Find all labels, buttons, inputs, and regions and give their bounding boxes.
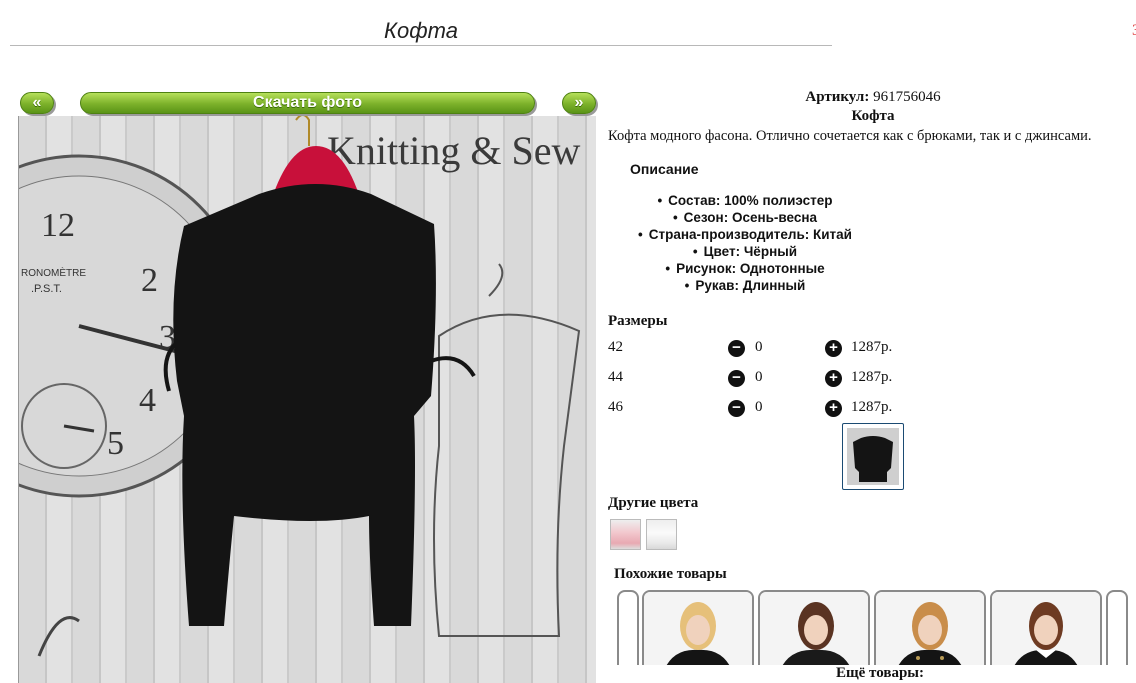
face — [686, 615, 710, 645]
size-value: 44 — [608, 369, 623, 385]
carousel-next-button[interactable] — [1106, 590, 1128, 670]
wall-hanger — [37, 616, 80, 657]
article-label: Артикул: — [805, 89, 870, 105]
clock-numeral: 2 — [141, 262, 158, 299]
specs-heading: Описание — [630, 161, 699, 177]
similar-product-card[interactable] — [758, 590, 870, 670]
spec-item: Сезон: Осень-весна — [600, 209, 890, 226]
plus-circle-icon[interactable]: + — [825, 340, 842, 357]
similar-product-image — [760, 592, 868, 670]
color-option-pink[interactable] — [610, 519, 641, 550]
product-description: Кофта модного фасона. Отлично сочетается… — [608, 128, 1092, 144]
product-photo-drawing: 12 2 3 4 5 RONOMÈTRE .P.S.T. Knitting & … — [19, 116, 581, 657]
face — [918, 615, 942, 645]
sizes-heading: Размеры — [608, 313, 668, 329]
size-value: 42 — [608, 339, 623, 355]
photo-thumbnail[interactable] — [842, 423, 904, 490]
edge-mark: 3 — [1132, 22, 1136, 39]
minus-circle-icon[interactable]: − — [728, 400, 745, 417]
similar-product-card[interactable] — [642, 590, 754, 670]
similar-product-image — [644, 592, 752, 670]
quantity-value: 0 — [755, 339, 763, 355]
similar-product-image — [876, 592, 984, 670]
thumbnail-image — [847, 428, 899, 485]
similar-heading: Похожие товары — [614, 566, 727, 582]
article-line: Артикул: 961756046 — [604, 89, 1136, 106]
black-sweater — [173, 184, 436, 626]
clock-sub-text: .P.S.T. — [31, 283, 62, 295]
face — [804, 615, 828, 645]
plus-circle-icon[interactable]: + — [825, 370, 842, 387]
similar-product-card[interactable] — [874, 590, 986, 670]
page-title: Кофта — [10, 18, 832, 46]
dress-form-sketch — [433, 313, 581, 637]
thumbnail-sweater — [853, 436, 893, 482]
spec-item: Цвет: Чёрный — [600, 243, 890, 260]
thumbnail-drawing — [853, 436, 893, 482]
hanger-wire — [295, 116, 310, 146]
face — [1034, 615, 1058, 645]
spec-item: Состав: 100% полиэстер — [600, 192, 890, 209]
minus-circle-icon[interactable]: − — [728, 340, 745, 357]
product-name: Кофта — [851, 108, 895, 124]
size-row: 44 − 0 + 1287р. — [608, 369, 908, 389]
article-value: 961756046 — [873, 89, 941, 105]
next-photo-button[interactable]: » — [562, 92, 596, 114]
size-price: 1287р. — [851, 399, 893, 415]
embellishment — [940, 656, 944, 660]
clock-brand-text: RONOMÈTRE — [21, 266, 86, 279]
download-photo-button[interactable]: Скачать фото — [80, 92, 535, 114]
spec-item: Рисунок: Однотонные — [600, 260, 890, 277]
size-price: 1287р. — [851, 369, 893, 385]
sleeve-tie-right — [430, 356, 476, 378]
specs-list: Состав: 100% полиэстер Сезон: Осень-весн… — [600, 192, 890, 294]
other-colors-heading: Другие цвета — [608, 495, 699, 511]
product-photo: 12 2 3 4 5 RONOMÈTRE .P.S.T. Knitting & … — [18, 116, 596, 683]
color-option-white[interactable] — [646, 519, 677, 550]
clock-numeral: 4 — [139, 382, 156, 419]
more-products-label: Ещё товары: — [604, 665, 1136, 682]
embellishment — [916, 656, 920, 660]
quantity-value: 0 — [755, 399, 763, 415]
spec-item: Страна-производитель: Китай — [600, 226, 890, 243]
size-value: 46 — [608, 399, 623, 415]
quantity-value: 0 — [755, 369, 763, 385]
spec-item: Рукав: Длинный — [600, 277, 890, 294]
carousel-prev-button[interactable] — [617, 590, 639, 670]
similar-product-card[interactable] — [990, 590, 1102, 670]
size-row: 42 − 0 + 1287р. — [608, 339, 908, 359]
clock-numeral: 12 — [41, 207, 75, 244]
similar-product-image — [992, 592, 1100, 670]
size-price: 1287р. — [851, 339, 893, 355]
minus-circle-icon[interactable]: − — [728, 370, 745, 387]
prev-photo-button[interactable]: « — [20, 92, 54, 114]
sketch-hanger — [488, 263, 504, 297]
size-row: 46 − 0 + 1287р. — [608, 399, 908, 419]
plus-circle-icon[interactable]: + — [825, 400, 842, 417]
clock-numeral: 5 — [107, 425, 124, 462]
sign-text: Knitting & Sew — [327, 128, 580, 173]
